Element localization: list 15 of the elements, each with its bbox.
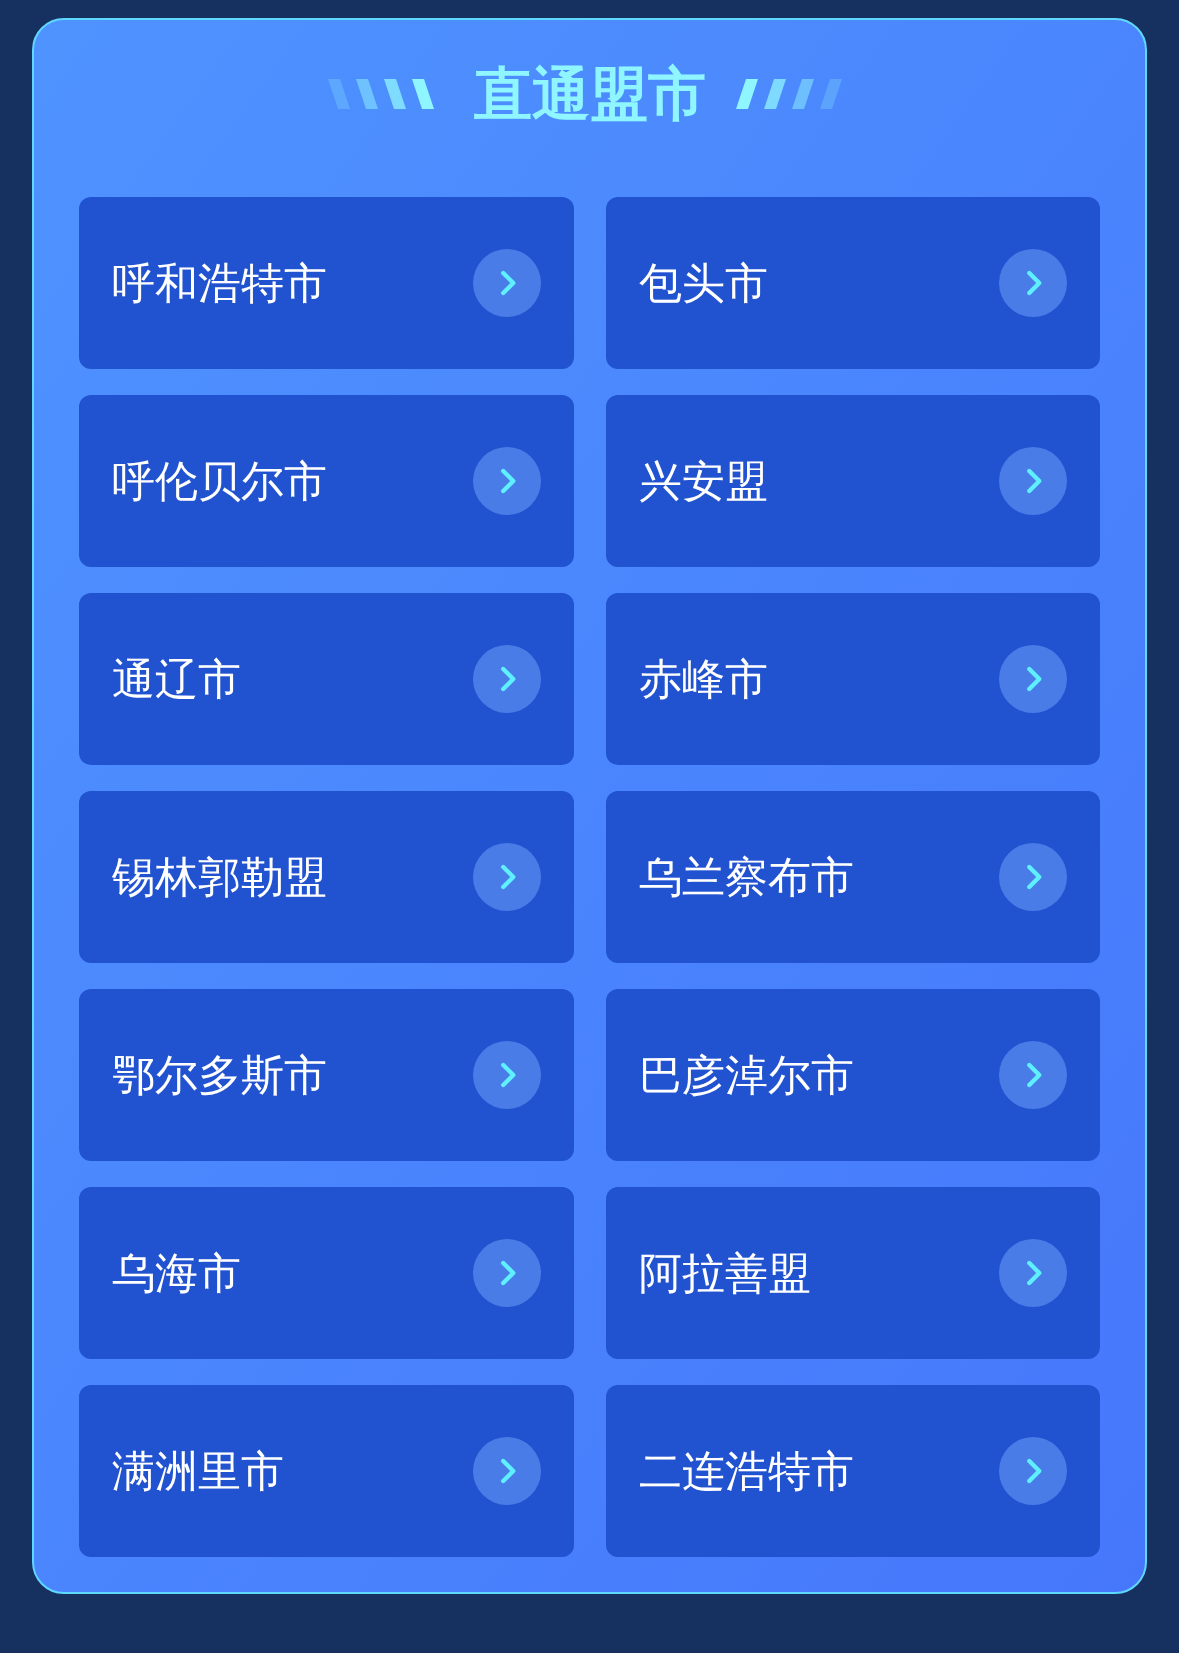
city-button[interactable]: 呼伦贝尔市 bbox=[79, 395, 574, 567]
city-button[interactable]: 鄂尔多斯市 bbox=[79, 989, 574, 1161]
city-button[interactable]: 满洲里市 bbox=[79, 1385, 574, 1557]
city-button[interactable]: 包头市 bbox=[605, 197, 1100, 369]
city-button[interactable]: 乌海市 bbox=[79, 1187, 574, 1359]
city-button[interactable]: 阿拉善盟 bbox=[605, 1187, 1100, 1359]
city-button[interactable]: 呼和浩特市 bbox=[79, 197, 574, 369]
city-button[interactable]: 巴彦淖尔市 bbox=[605, 989, 1100, 1161]
city-button[interactable]: 通辽市 bbox=[79, 593, 574, 765]
city-button[interactable]: 乌兰察布市 bbox=[605, 791, 1100, 963]
city-button[interactable]: 赤峰市 bbox=[605, 593, 1100, 765]
city-button[interactable]: 兴安盟 bbox=[605, 395, 1100, 567]
city-button[interactable]: 二连浩特市 bbox=[605, 1385, 1100, 1557]
panel-title: 直通盟市 bbox=[473, 58, 706, 130]
city-button[interactable]: 锡林郭勒盟 bbox=[79, 791, 574, 963]
